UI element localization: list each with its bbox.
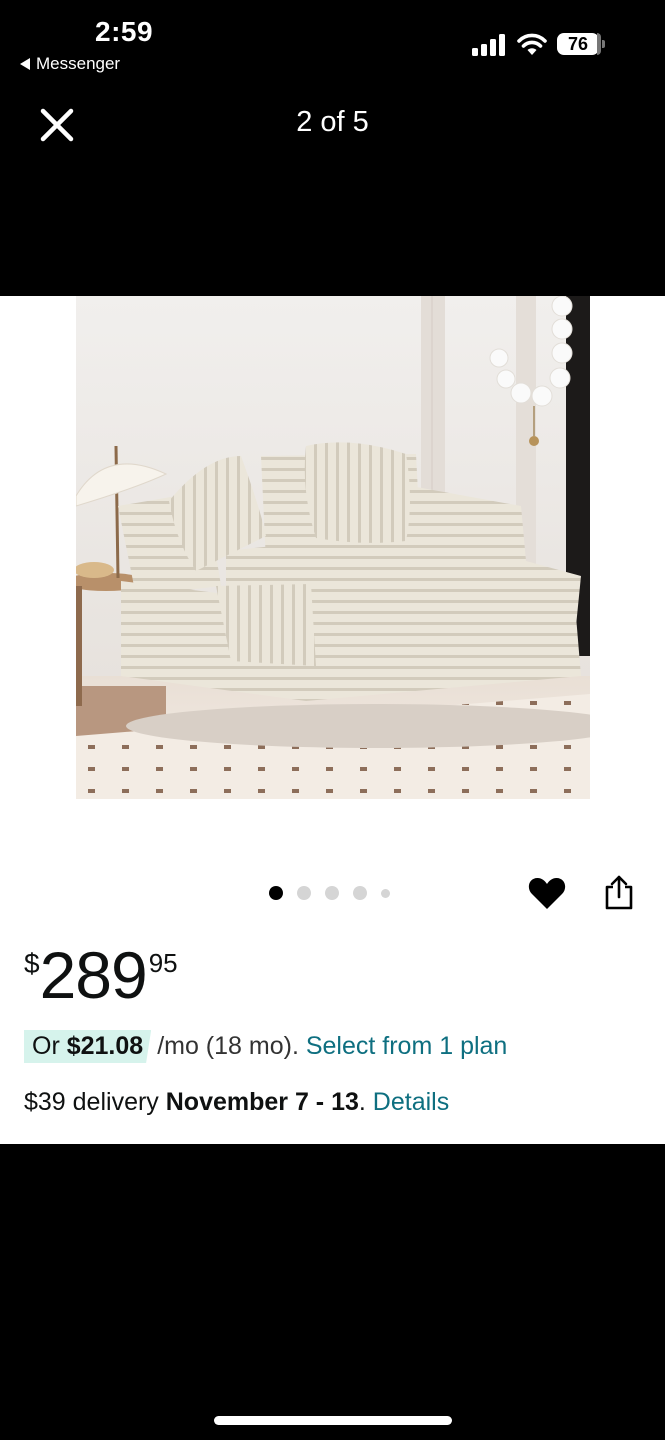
- back-arrow-icon: [20, 58, 30, 70]
- back-app-label: Messenger: [36, 54, 121, 73]
- delivery-info: $39 delivery November 7 - 13. Details: [24, 1088, 449, 1117]
- monthly-prefix: Or: [32, 1032, 67, 1060]
- pagination-dot[interactable]: [325, 886, 339, 900]
- pagination-dot[interactable]: [269, 886, 283, 900]
- pagination-dot[interactable]: [381, 888, 390, 898]
- product-image[interactable]: [76, 296, 590, 799]
- pagination-dot[interactable]: [353, 886, 367, 900]
- pagination-dot[interactable]: [297, 886, 311, 900]
- delivery-dates: November 7 - 13: [165, 1088, 359, 1116]
- home-indicator[interactable]: [214, 1416, 452, 1425]
- heart-icon[interactable]: [528, 876, 566, 910]
- monthly-badge: Or $21.08: [24, 1030, 152, 1063]
- delivery-fee: $39 delivery: [24, 1088, 166, 1116]
- monthly-term: /mo (18 mo).: [157, 1032, 299, 1060]
- price-fraction: 95: [148, 948, 178, 978]
- battery-icon: 76: [557, 33, 607, 57]
- price-whole: 289: [39, 938, 148, 1012]
- cellular-signal-icon: [472, 34, 505, 56]
- back-to-app-button[interactable]: Messenger: [20, 54, 120, 74]
- select-plan-link[interactable]: Select from 1 plan: [306, 1032, 508, 1061]
- battery-level: 76: [557, 33, 599, 55]
- share-icon[interactable]: [603, 874, 635, 910]
- status-time: 2:59: [95, 16, 154, 47]
- monthly-payment: Or $21.08 /mo (18 mo). Select from 1 pla…: [24, 1030, 507, 1063]
- image-counter: 2 of 5: [296, 106, 369, 138]
- monthly-amount: $21.08: [66, 1032, 144, 1060]
- wifi-icon: [517, 33, 547, 55]
- delivery-details-link[interactable]: Details: [373, 1088, 449, 1116]
- delivery-period: .: [358, 1088, 373, 1116]
- product-card: $ 289 95 Or $21.08 /mo (18 mo). Select f…: [0, 296, 665, 1144]
- price-currency: $: [24, 948, 40, 979]
- image-pagination: [269, 886, 390, 900]
- product-price: $ 289 95: [24, 936, 178, 1014]
